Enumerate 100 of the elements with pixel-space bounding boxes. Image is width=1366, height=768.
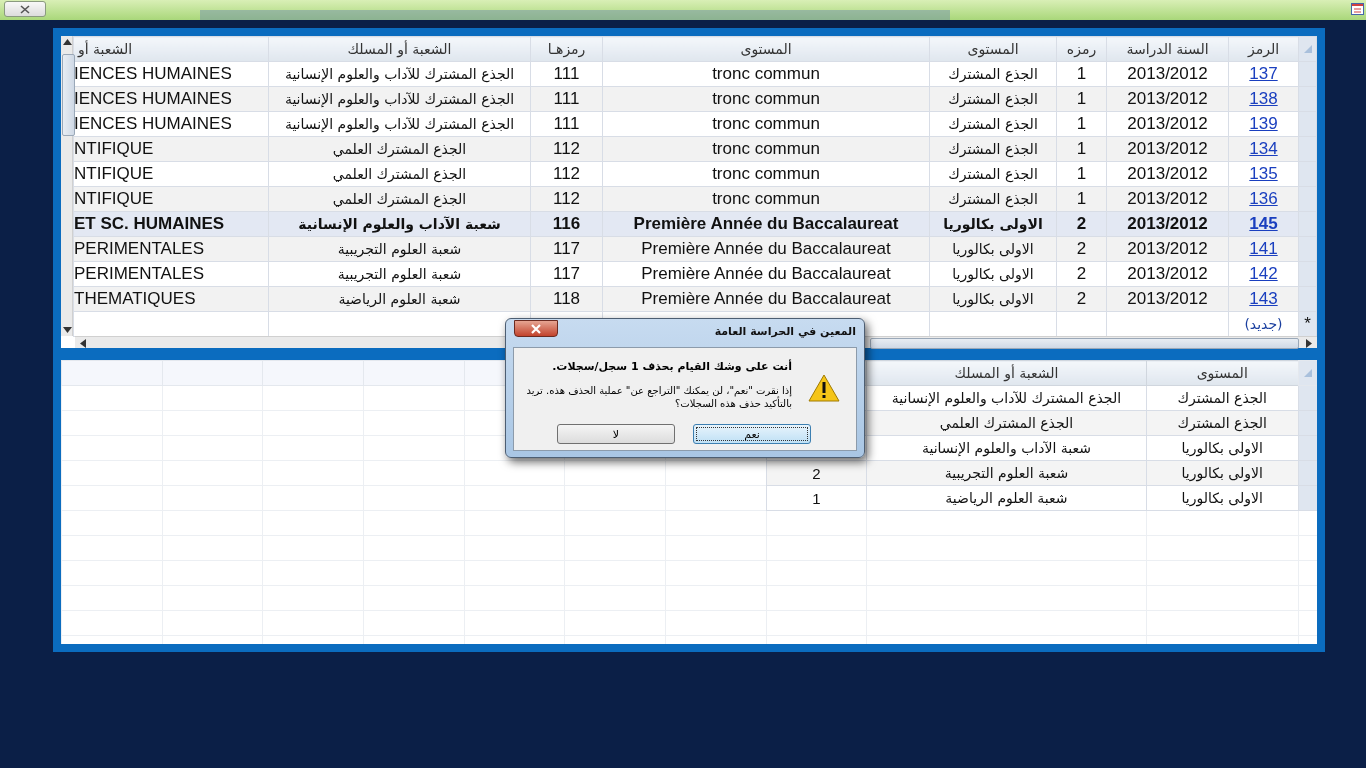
table-cell: 2013/2012 — [1106, 286, 1229, 312]
table-cell: الجذع المشترك — [929, 161, 1057, 187]
warning-icon — [808, 374, 840, 402]
column-header[interactable]: رمزه — [1056, 36, 1107, 62]
table-cell: الجذع المشترك العلمي — [268, 161, 531, 187]
table-cell: الجذع المشترك العلمي — [268, 186, 531, 212]
table-cell: THEMATIQUES — [73, 286, 269, 312]
table-cell: 2 — [1056, 261, 1107, 287]
table-cell: الجذع المشترك — [929, 136, 1057, 162]
table-cell: الجذع المشترك — [1146, 385, 1299, 411]
table-cell: شعبة الآداب والعلوم الإنسانية — [866, 435, 1147, 461]
corner-icon — [1302, 368, 1313, 378]
table-cell: شعبة العلوم التجريبية — [268, 261, 531, 287]
table-cell: tronc commun — [602, 161, 930, 187]
scroll-down-icon[interactable] — [63, 327, 72, 333]
table-cell: 2 — [1056, 286, 1107, 312]
scroll-right-icon[interactable] — [1306, 339, 1312, 348]
new-row-marker: * — [1298, 311, 1317, 337]
table-cell: الاولى بكالوريا — [929, 236, 1057, 262]
yes-button[interactable]: نعم — [693, 424, 811, 444]
table-cell: 112 — [530, 186, 603, 212]
column-header[interactable]: السنة الدراسة — [1106, 36, 1229, 62]
table-cell: 1 — [1056, 61, 1107, 87]
table-cell: Première Année du Baccalaureat — [602, 236, 930, 262]
table-cell: شعبة الآداب والعلوم الإنسانية — [268, 211, 531, 237]
table-cell: 118 — [530, 286, 603, 312]
table-cell: 2 — [1056, 211, 1107, 237]
table-cell: tronc commun — [602, 61, 930, 87]
table-cell: 117 — [530, 261, 603, 287]
table-cell: 116 — [530, 211, 603, 237]
table-cell: ET SC. HUMAINES — [73, 211, 269, 237]
table-cell: 2013/2012 — [1106, 161, 1229, 187]
table-cell: Première Année du Baccalaureat — [602, 286, 930, 312]
close-button[interactable] — [4, 1, 46, 17]
column-header[interactable]: الشعبة أو — [73, 36, 269, 62]
table-cell: NTIFIQUE — [73, 186, 269, 212]
table-cell: Première Année du Baccalaureat — [602, 211, 930, 237]
column-header[interactable]: المستوى — [602, 36, 930, 62]
table-cell: الاولى بكالوريا — [1146, 460, 1299, 486]
table-cell: NTIFIQUE — [73, 161, 269, 187]
dialog-title: المعين في الحراسة العامة — [714, 325, 856, 338]
table-cell: شعبة العلوم الرياضية — [268, 286, 531, 312]
table-cell: tronc commun — [602, 136, 930, 162]
table-cell: PERIMENTALES — [73, 261, 269, 287]
column-header[interactable]: المستوى — [929, 36, 1057, 62]
table-cell: PERIMENTALES — [73, 236, 269, 262]
table-cell: 1 — [1056, 111, 1107, 137]
table-cell: شعبة العلوم الرياضية — [866, 485, 1147, 511]
scroll-left-icon[interactable] — [80, 339, 86, 348]
table-cell: Première Année du Baccalaureat — [602, 261, 930, 287]
table-cell: الجذع المشترك للآداب والعلوم الإنسانية — [866, 385, 1147, 411]
table-cell: 2013/2012 — [1106, 61, 1229, 87]
table-cell: الاولى بكالوريا — [929, 261, 1057, 287]
table-cell: الجذع المشترك العلمي — [866, 410, 1147, 436]
table-cell: 2013/2012 — [1106, 261, 1229, 287]
table-cell: شعبة العلوم التجريبية — [268, 236, 531, 262]
table-cell: الجذع المشترك العلمي — [268, 136, 531, 162]
table-cell: 1 — [1056, 186, 1107, 212]
table-cell: 111 — [530, 111, 603, 137]
table-cell: 2013/2012 — [1106, 211, 1229, 237]
no-button[interactable]: لا — [557, 424, 675, 444]
table-cell: الجذع المشترك — [929, 61, 1057, 87]
table-cell: 1 — [1056, 136, 1107, 162]
table-cell: الاولى بكالوريا — [1146, 485, 1299, 511]
close-icon — [530, 323, 542, 334]
table-cell: 2013/2012 — [1106, 186, 1229, 212]
table-cell: الاولى بكالوريا — [929, 211, 1057, 237]
table-cell: شعبة العلوم التجريبية — [866, 460, 1147, 486]
table-cell: 117 — [530, 236, 603, 262]
table-cell: 1 — [1056, 86, 1107, 112]
column-header[interactable]: الشعبة أو المسلك — [866, 360, 1147, 386]
table-cell: 112 — [530, 161, 603, 187]
table-cell: 2 — [1056, 236, 1107, 262]
scrollbar[interactable] — [61, 36, 73, 336]
table-cell: الجذع المشترك — [1146, 410, 1299, 436]
close-icon — [20, 4, 30, 14]
dialog-message: إذا نقرت "نعم"، لن يمكنك "التراجع عن" عملية الحذف هذه. تريد بالتأكيد حذف هذه السجلات؟ — [525, 384, 792, 410]
table-cell: 2013/2012 — [1106, 86, 1229, 112]
table-cell: 2013/2012 — [1106, 136, 1229, 162]
column-header[interactable]: المستوى — [1146, 360, 1299, 386]
scroll-up-icon[interactable] — [63, 39, 72, 45]
column-header[interactable]: رمزهـا — [530, 36, 603, 62]
column-header[interactable]: الرمز — [1228, 36, 1299, 62]
dialog-heading: أنت على وشك القيام بحذف 1 سجل/سجلات. — [552, 360, 792, 373]
table-cell: NTIFIQUE — [73, 136, 269, 162]
close-button[interactable] — [514, 320, 558, 337]
table-cell: 111 — [530, 61, 603, 87]
table-cell: الجذع المشترك للآداب والعلوم الإنسانية — [268, 86, 531, 112]
table-cell: 2013/2012 — [1106, 236, 1229, 262]
table-cell: الجذع المشترك — [929, 86, 1057, 112]
table-cell: الجذع المشترك — [929, 111, 1057, 137]
column-header[interactable]: الشعبة أو المسلك — [268, 36, 531, 62]
table-cell: tronc commun — [602, 186, 930, 212]
table-cell: 2013/2012 — [1106, 111, 1229, 137]
table-cell: الاولى بكالوريا — [929, 286, 1057, 312]
table-cell: tronc commun — [602, 86, 930, 112]
form-icon[interactable] — [1351, 3, 1364, 15]
table-cell: IENCES HUMAINES — [73, 86, 269, 112]
table-cell: الجذع المشترك — [929, 186, 1057, 212]
table-cell: 112 — [530, 136, 603, 162]
